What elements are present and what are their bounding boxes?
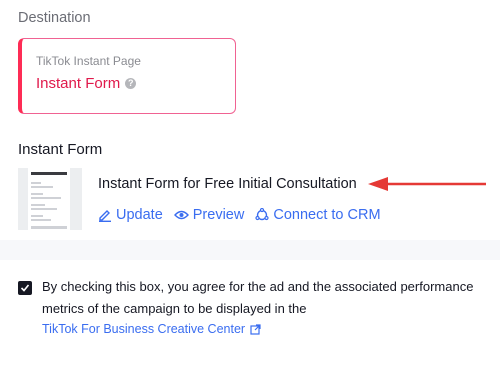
preview-label: Preview [192, 207, 245, 223]
crm-icon [255, 208, 269, 221]
form-name: Instant Form for Free Initial Consultati… [98, 176, 357, 192]
pencil-icon [99, 210, 111, 222]
destination-card-instant-form[interactable]: TikTok Instant Page Instant Form ? [18, 38, 236, 114]
consent-text: By checking this box, you agree for the … [42, 279, 474, 316]
external-link-icon [250, 323, 261, 335]
update-button[interactable]: Update [98, 207, 163, 223]
consent-checkbox[interactable] [18, 281, 32, 295]
destination-card-subtitle: TikTok Instant Page [36, 54, 141, 68]
destination-card-label-wrap: Instant Form ? [36, 75, 137, 92]
update-label: Update [116, 207, 163, 223]
arrow-icon [368, 177, 486, 191]
form-thumbnail [18, 168, 82, 230]
creative-center-link-label: TikTok For Business Creative Center [42, 322, 246, 336]
connect-crm-label: Connect to CRM [273, 207, 381, 223]
instant-form-title: Instant Form [18, 141, 103, 158]
connect-crm-button[interactable]: Connect to CRM [255, 207, 381, 223]
destination-title: Destination [18, 10, 91, 26]
form-actions: Update Preview Connect to CRM [98, 207, 381, 223]
form-thumbnail-preview [28, 168, 70, 230]
checkmark-icon [20, 284, 30, 292]
help-icon[interactable]: ? [125, 78, 137, 89]
preview-button[interactable]: Preview [173, 207, 245, 223]
section-divider [0, 240, 500, 260]
creative-center-link[interactable]: TikTok For Business Creative Center [42, 322, 261, 336]
destination-card-label: Instant Form [36, 75, 121, 92]
eye-icon [173, 210, 189, 220]
